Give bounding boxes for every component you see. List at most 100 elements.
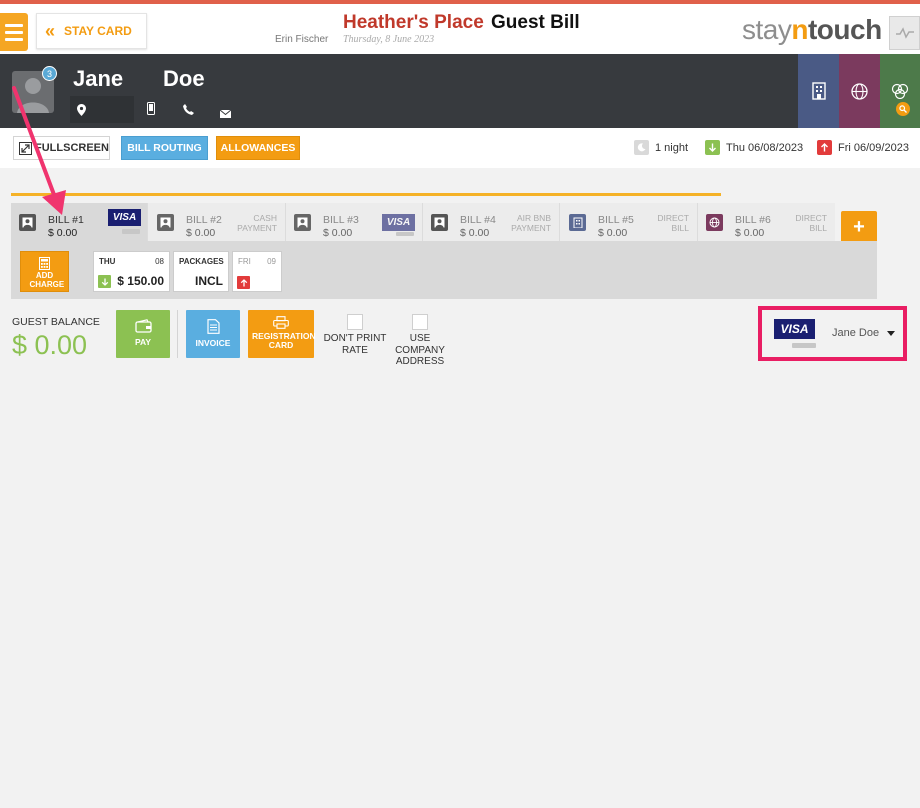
day-card-fri[interactable]: FRI 09 xyxy=(232,251,282,292)
day-label: THU xyxy=(99,257,116,266)
bill-payment-type: CASH PAYMENT xyxy=(237,213,277,233)
pay-label: PAY xyxy=(134,337,152,347)
bill-routing-button[interactable]: BILL ROUTING xyxy=(121,136,208,160)
nights-info: 1 night xyxy=(634,140,688,155)
building-icon xyxy=(811,82,826,100)
guest-location[interactable] xyxy=(70,96,134,123)
guest-balance-label: GUEST BALANCE xyxy=(12,316,100,328)
nights-count: 1 night xyxy=(655,141,689,154)
guest-first-name: Jane xyxy=(73,66,124,91)
charges-panel: ADD CHARGE THU 08 $ 150.00 PACKAGES INCL… xyxy=(11,241,877,299)
globe-icon xyxy=(851,82,868,100)
arrow-up-icon xyxy=(817,140,832,155)
guest-icon xyxy=(294,214,311,231)
card-holder-name: Jane Doe xyxy=(832,327,880,339)
wallet-icon xyxy=(134,319,152,333)
masked-card-number xyxy=(396,232,414,236)
bill-name: BILL #3 xyxy=(323,214,359,226)
dont-print-rate-checkbox[interactable] xyxy=(347,314,363,330)
tab-company[interactable] xyxy=(798,54,839,128)
mobile-phone-icon[interactable] xyxy=(147,102,155,120)
day-card-thu[interactable]: THU 08 $ 150.00 xyxy=(93,251,170,292)
stay-card-button[interactable]: « STAY CARD xyxy=(36,13,147,49)
bill-amount: $ 0.00 xyxy=(186,227,216,239)
invoice-label: INVOICE xyxy=(195,338,231,348)
visa-logo: VISA xyxy=(382,214,415,231)
bill-payment-type: AIR BNB PAYMENT xyxy=(511,213,551,233)
app-header: « STAY CARD Heather's Place Guest Bill E… xyxy=(0,4,920,54)
search-icon[interactable] xyxy=(896,102,910,116)
user-name: Erin Fischer xyxy=(275,34,329,45)
fullscreen-label: FULLSCREEN xyxy=(35,142,109,154)
bill-amount: $ 0.00 xyxy=(48,227,78,239)
add-charge-button[interactable]: ADD CHARGE xyxy=(20,251,69,292)
guest-icon xyxy=(19,214,36,231)
activity-toggle-button[interactable] xyxy=(889,16,920,50)
printer-icon xyxy=(273,316,289,329)
bill-tab-6[interactable]: BILL #6 $ 0.00 DIRECT BILL xyxy=(698,203,835,241)
guest-icon xyxy=(431,214,448,231)
allowances-button[interactable]: ALLOWANCES xyxy=(216,136,300,160)
masked-card-number xyxy=(122,229,140,234)
stay-card-label: STAY CARD xyxy=(64,24,132,38)
bill-name: BILL #5 xyxy=(598,214,634,226)
calculator-icon xyxy=(39,257,50,270)
bill-name: BILL #1 xyxy=(48,214,84,226)
packages-card[interactable]: PACKAGES INCL xyxy=(173,251,229,292)
registration-card-label: REGISTRATION CARD xyxy=(252,331,316,350)
action-divider xyxy=(177,310,178,358)
business-date: Thursday, 8 June 2023 xyxy=(343,34,435,45)
bill-name: BILL #6 xyxy=(735,214,771,226)
use-company-address-checkbox[interactable] xyxy=(412,314,428,330)
bill-payment-type: DIRECT BILL xyxy=(657,213,689,233)
page-title: Guest Bill xyxy=(491,12,580,33)
add-charge-label: ADD CHARGE xyxy=(29,271,65,289)
fullscreen-button[interactable]: FULLSCREEN xyxy=(13,136,110,160)
hotel-name: Heather's Place xyxy=(343,12,484,33)
bill-tab-5[interactable]: BILL #5 $ 0.00 DIRECT BILL xyxy=(561,203,698,241)
guest-balance-amount: $ 0.00 xyxy=(12,330,88,360)
bill-tab-3[interactable]: BILL #3 $ 0.00 VISA xyxy=(286,203,423,241)
add-bill-button[interactable]: + xyxy=(841,211,877,243)
building-icon xyxy=(569,214,586,231)
pulse-icon xyxy=(895,27,914,39)
guest-icon xyxy=(157,214,174,231)
masked-card-number xyxy=(792,343,816,348)
moon-icon xyxy=(634,140,649,155)
day-rate: $ 150.00 xyxy=(117,274,164,288)
location-pin-icon xyxy=(77,103,86,116)
menu-button[interactable] xyxy=(0,13,28,51)
email-icon[interactable] xyxy=(219,105,232,123)
bill-tab-4[interactable]: BILL #4 $ 0.00 AIR BNB PAYMENT xyxy=(423,203,560,241)
progress-line xyxy=(11,193,721,196)
bill-toolbar: FULLSCREEN BILL ROUTING ALLOWANCES 1 nig… xyxy=(0,128,920,168)
group-circles-icon xyxy=(891,83,909,99)
phone-icon[interactable] xyxy=(183,102,194,120)
packages-label: PACKAGES xyxy=(179,257,224,266)
registration-card-button[interactable]: REGISTRATION CARD xyxy=(248,310,316,358)
bill-tabs: BILL #1 $ 0.00 VISA BILL #2 $ 0.00 CASH … xyxy=(11,203,835,242)
bill-amount: $ 0.00 xyxy=(598,227,628,239)
dont-print-rate-label: DON'T PRINT RATE xyxy=(323,333,387,356)
bill-tab-2[interactable]: BILL #2 $ 0.00 CASH PAYMENT xyxy=(149,203,286,241)
bill-amount: $ 0.00 xyxy=(323,227,353,239)
bill-name: BILL #2 xyxy=(186,214,222,226)
payment-method-selector[interactable]: VISA Jane Doe xyxy=(758,306,907,361)
tab-travel-agent[interactable] xyxy=(839,54,880,128)
arrival-date: Thu 06/08/2023 xyxy=(726,141,804,154)
packages-value: INCL xyxy=(195,274,223,288)
bill-tab-1[interactable]: BILL #1 $ 0.00 VISA xyxy=(11,203,148,242)
bill-name: BILL #4 xyxy=(460,214,496,226)
visa-logo: VISA xyxy=(774,319,815,339)
invoice-button[interactable]: INVOICE xyxy=(186,310,240,358)
hamburger-icon xyxy=(5,24,23,27)
globe-icon xyxy=(706,214,723,231)
day-number: 08 xyxy=(155,257,164,266)
pay-button[interactable]: PAY xyxy=(116,310,170,358)
guest-last-name: Doe xyxy=(163,66,205,91)
arrow-down-icon xyxy=(705,140,720,155)
guest-bar: 3 Jane Doe xyxy=(0,54,920,128)
tab-group[interactable] xyxy=(880,54,920,128)
bill-amount: $ 0.00 xyxy=(460,227,490,239)
use-company-address-label: USE COMPANY ADDRESS xyxy=(395,333,445,367)
